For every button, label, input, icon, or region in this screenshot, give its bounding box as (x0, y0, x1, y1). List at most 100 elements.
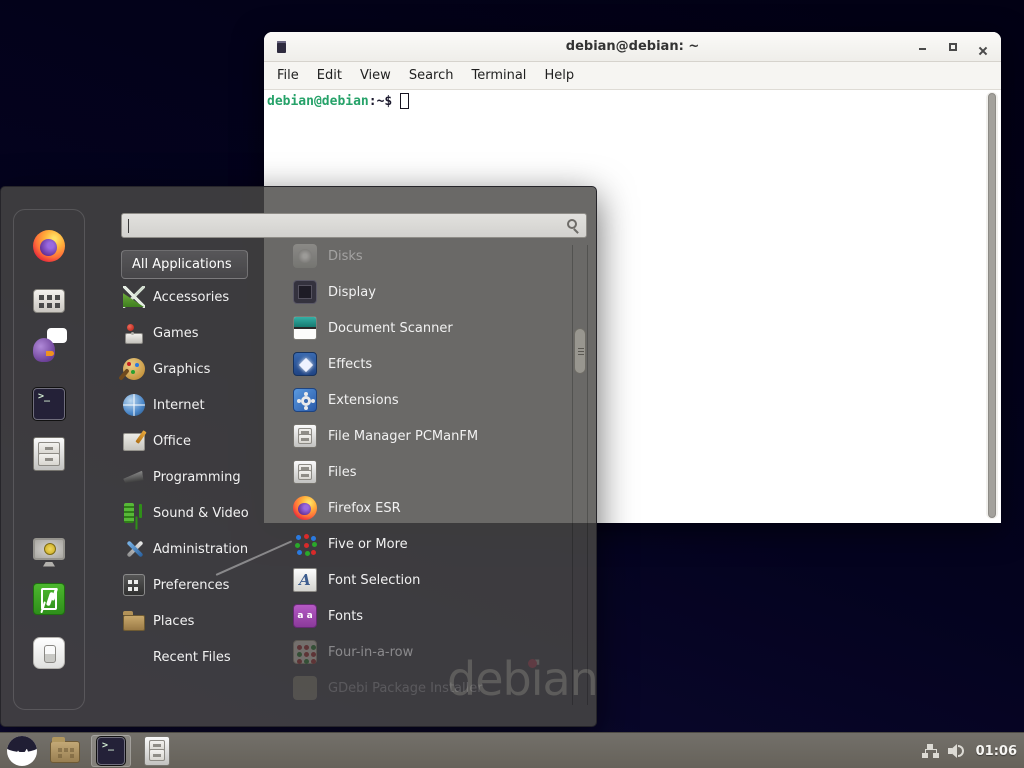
file-manager-button[interactable] (48, 735, 82, 767)
menu-help[interactable]: Help (535, 64, 583, 87)
games-icon (123, 322, 145, 344)
favorite-firefox-button[interactable] (33, 230, 65, 262)
app-item-five-or-more[interactable]: Five or More (265, 526, 565, 562)
favorite-terminal-button[interactable] (33, 388, 65, 420)
logout-button[interactable] (33, 583, 65, 615)
folder-icon (50, 741, 80, 763)
window-title: debian@debian: ~ (264, 39, 1001, 54)
category-sound-video[interactable]: Sound & Video (121, 495, 265, 531)
search-icon (567, 219, 577, 229)
category-label: Graphics (153, 362, 210, 377)
shutdown-button[interactable] (33, 637, 65, 669)
search-input[interactable] (121, 213, 587, 238)
gdebi-icon (293, 676, 317, 700)
category-label: Administration (153, 542, 248, 557)
firefox-icon (33, 230, 65, 262)
app-item-effects[interactable]: Effects (265, 346, 565, 382)
favorite-files-button[interactable] (33, 437, 65, 471)
terminal-titlebar[interactable]: debian@debian: ~ (264, 32, 1001, 62)
category-label: Games (153, 326, 198, 341)
network-icon[interactable] (922, 744, 938, 759)
volume-icon[interactable] (948, 743, 966, 759)
app-item-files[interactable]: Files (265, 454, 565, 490)
lock-screen-icon (33, 538, 65, 560)
favorite-pidgin-button[interactable] (33, 330, 65, 362)
close-button[interactable] (975, 39, 991, 55)
category-graphics[interactable]: Graphics (121, 351, 265, 387)
application-list: Disks Display Document Scanner Effects E… (265, 238, 565, 706)
pidgin-icon (33, 330, 65, 362)
category-office[interactable]: Office (121, 423, 265, 459)
sound-video-icon (123, 502, 145, 524)
category-recent-files[interactable]: Recent Files (121, 639, 265, 675)
accessories-icon (123, 286, 145, 308)
app-label: Font Selection (328, 573, 420, 588)
category-label: Sound & Video (153, 506, 249, 521)
app-item-four-in-a-row[interactable]: Four-in-a-row (265, 634, 565, 670)
file-manager-icon (293, 424, 317, 448)
menu-scrollbar[interactable] (572, 245, 588, 705)
category-list: Accessories Games Graphics Internet Offi… (121, 279, 265, 675)
app-label: Files (328, 465, 357, 480)
preferences-icon (123, 574, 145, 596)
menu-search[interactable]: Search (400, 64, 463, 87)
app-item-fonts[interactable]: Fonts (265, 598, 565, 634)
display-icon (293, 280, 317, 304)
terminal-scrollbar[interactable] (986, 92, 998, 519)
menu-view[interactable]: View (351, 64, 400, 87)
files-icon (293, 460, 317, 484)
app-item-font-selection[interactable]: Font Selection (265, 562, 565, 598)
favorite-keyboard-button[interactable] (33, 283, 65, 315)
app-item-disks[interactable]: Disks (265, 238, 565, 274)
app-item-file-manager-pcmanfm[interactable]: File Manager PCManFM (265, 418, 565, 454)
menu-file[interactable]: File (268, 64, 308, 87)
text-caret (128, 219, 129, 233)
window-controls (915, 32, 991, 62)
app-item-extensions[interactable]: Extensions (265, 382, 565, 418)
app-item-firefox-esr[interactable]: Firefox ESR (265, 490, 565, 526)
terminal-icon (97, 737, 125, 765)
terminal-task-button[interactable] (91, 735, 131, 767)
files-task-button[interactable] (140, 735, 174, 767)
category-internet[interactable]: Internet (121, 387, 265, 423)
terminal-scrollbar-thumb[interactable] (988, 93, 996, 518)
minimize-icon (919, 48, 926, 50)
file-cabinet-icon (33, 437, 65, 471)
category-label: Office (153, 434, 191, 449)
programming-icon (123, 466, 145, 488)
app-item-document-scanner[interactable]: Document Scanner (265, 310, 565, 346)
minimize-button[interactable] (915, 39, 931, 55)
disks-icon (293, 244, 317, 268)
terminal-icon (33, 388, 65, 420)
app-label: Display (328, 285, 376, 300)
lock-screen-button[interactable] (33, 531, 65, 563)
all-applications-button[interactable]: All Applications (121, 250, 248, 279)
application-menu: All Applications Accessories Games Graph… (0, 186, 597, 727)
app-label: Effects (328, 357, 372, 372)
app-label: Extensions (328, 393, 399, 408)
app-label: Four-in-a-row (328, 645, 413, 660)
internet-icon (123, 394, 145, 416)
maximize-button[interactable] (945, 39, 961, 55)
menu-terminal[interactable]: Terminal (462, 64, 535, 87)
category-accessories[interactable]: Accessories (121, 279, 265, 315)
office-icon (123, 433, 145, 451)
category-places[interactable]: Places (121, 603, 265, 639)
category-preferences[interactable]: Preferences (121, 567, 265, 603)
category-label: Accessories (153, 290, 229, 305)
prompt-path: :~$ (369, 94, 392, 109)
app-label: Five or More (328, 537, 408, 552)
category-games[interactable]: Games (121, 315, 265, 351)
close-icon (978, 46, 988, 56)
document-scanner-icon (293, 316, 317, 340)
app-item-display[interactable]: Display (265, 274, 565, 310)
category-label: Internet (153, 398, 205, 413)
desktop: debian debian@debian: ~ File Edit View S… (0, 0, 1024, 768)
firefox-icon (293, 496, 317, 520)
clock[interactable]: 01:06 (976, 744, 1017, 759)
category-programming[interactable]: Programming (121, 459, 265, 495)
menu-edit[interactable]: Edit (308, 64, 351, 87)
app-item-gdebi-package-installer[interactable]: GDebi Package Installer (265, 670, 565, 706)
menu-button[interactable] (5, 735, 39, 767)
menu-scrollbar-thumb[interactable] (574, 328, 586, 374)
